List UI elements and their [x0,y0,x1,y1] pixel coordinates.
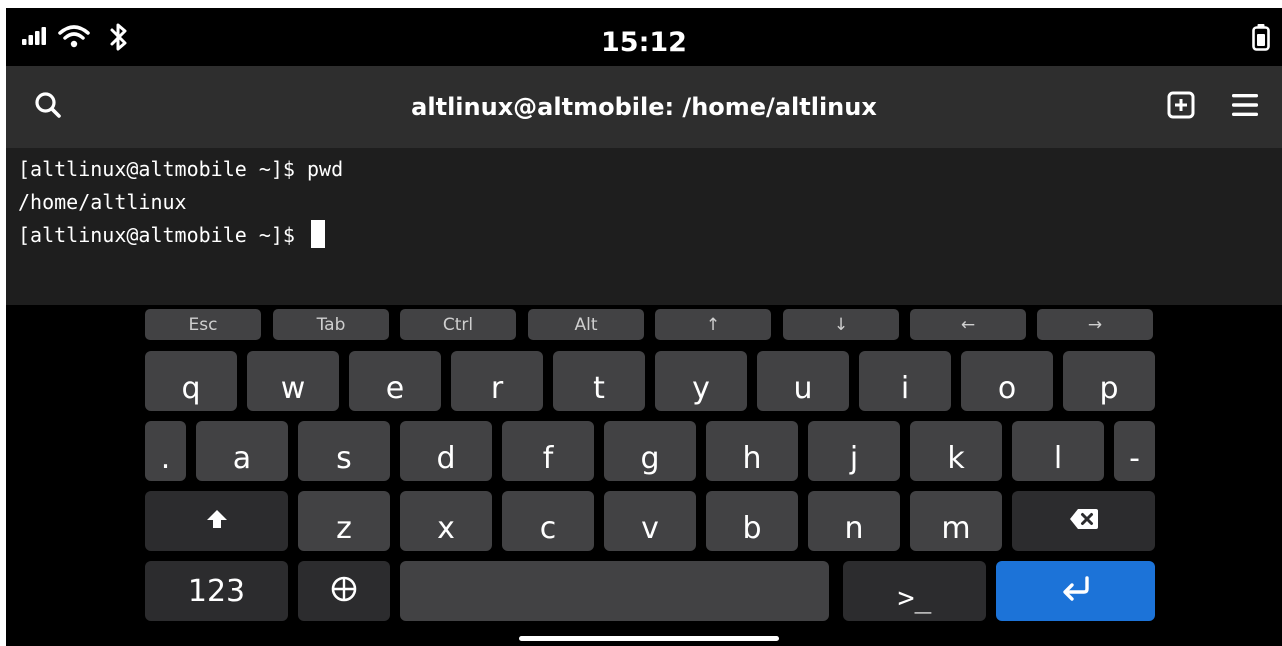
enter-key[interactable] [996,561,1155,621]
language-key[interactable] [298,561,390,621]
key-j[interactable]: j [808,421,900,481]
key-period[interactable]: . [145,421,186,481]
home-indicator[interactable] [519,636,779,641]
key-i[interactable]: i [859,351,951,411]
key-f[interactable]: f [502,421,594,481]
numbers-key[interactable]: 123 [145,561,288,621]
text-cursor [310,220,325,248]
window-title: altlinux@altmobile: /home/altlinux [411,93,877,121]
key-b[interactable]: b [706,491,798,551]
key-q[interactable]: q [145,351,237,411]
terminal-prompt: [altlinux@altmobile ~]$ [18,223,307,247]
key-arrow-right[interactable]: → [1037,309,1153,340]
key-a[interactable]: a [196,421,288,481]
key-h[interactable]: h [706,421,798,481]
key-v[interactable]: v [604,491,696,551]
key-z[interactable]: z [298,491,390,551]
backspace-icon [1069,508,1099,534]
key-k[interactable]: k [910,421,1002,481]
battery-icon [1252,8,1270,66]
key-u[interactable]: u [757,351,849,411]
menu-button[interactable] [1225,87,1265,127]
phone-screen: 15:12 altlinux@altmobile: /home/altlinux [6,8,1282,646]
new-tab-button[interactable] [1161,87,1201,127]
key-x[interactable]: x [400,491,492,551]
header-bar: altlinux@altmobile: /home/altlinux [6,66,1282,148]
shift-key[interactable] [145,491,288,551]
on-screen-keyboard: Esc Tab Ctrl Alt ↑ ↓ ← → q w e r t y u i… [6,305,1282,646]
enter-icon [1061,576,1091,606]
key-arrow-down[interactable]: ↓ [783,309,899,340]
key-o[interactable]: o [961,351,1053,411]
key-l[interactable]: l [1012,421,1104,481]
backspace-key[interactable] [1012,491,1155,551]
key-arrow-left[interactable]: ← [910,309,1026,340]
key-y[interactable]: y [655,351,747,411]
key-e[interactable]: e [349,351,441,411]
terminal-line: [altlinux@altmobile ~]$ pwd [18,157,344,181]
key-d[interactable]: d [400,421,492,481]
key-tab[interactable]: Tab [273,309,389,340]
key-arrow-up[interactable]: ↑ [655,309,771,340]
key-t[interactable]: t [553,351,645,411]
key-alt[interactable]: Alt [528,309,644,340]
key-c[interactable]: c [502,491,594,551]
key-n[interactable]: n [808,491,900,551]
terminal-view[interactable]: [altlinux@altmobile ~]$ pwd /home/altlin… [6,148,1282,305]
shift-icon [206,509,228,533]
key-g[interactable]: g [604,421,696,481]
globe-icon [331,576,357,606]
key-w[interactable]: w [247,351,339,411]
key-hyphen[interactable]: - [1114,421,1155,481]
key-m[interactable]: m [910,491,1002,551]
status-bar: 15:12 [6,8,1282,66]
key-r[interactable]: r [451,351,543,411]
terminal-prompt-line: [altlinux@altmobile ~]$ [18,218,325,252]
key-ctrl[interactable]: Ctrl [400,309,516,340]
space-bar[interactable] [400,561,829,621]
menu-icon [1231,92,1259,122]
key-esc[interactable]: Esc [145,309,261,340]
key-p[interactable]: p [1063,351,1155,411]
terminal-line: /home/altlinux [18,190,187,214]
terminal-key[interactable]: >_ [843,561,986,621]
new-tab-icon [1167,91,1195,123]
key-s[interactable]: s [298,421,390,481]
